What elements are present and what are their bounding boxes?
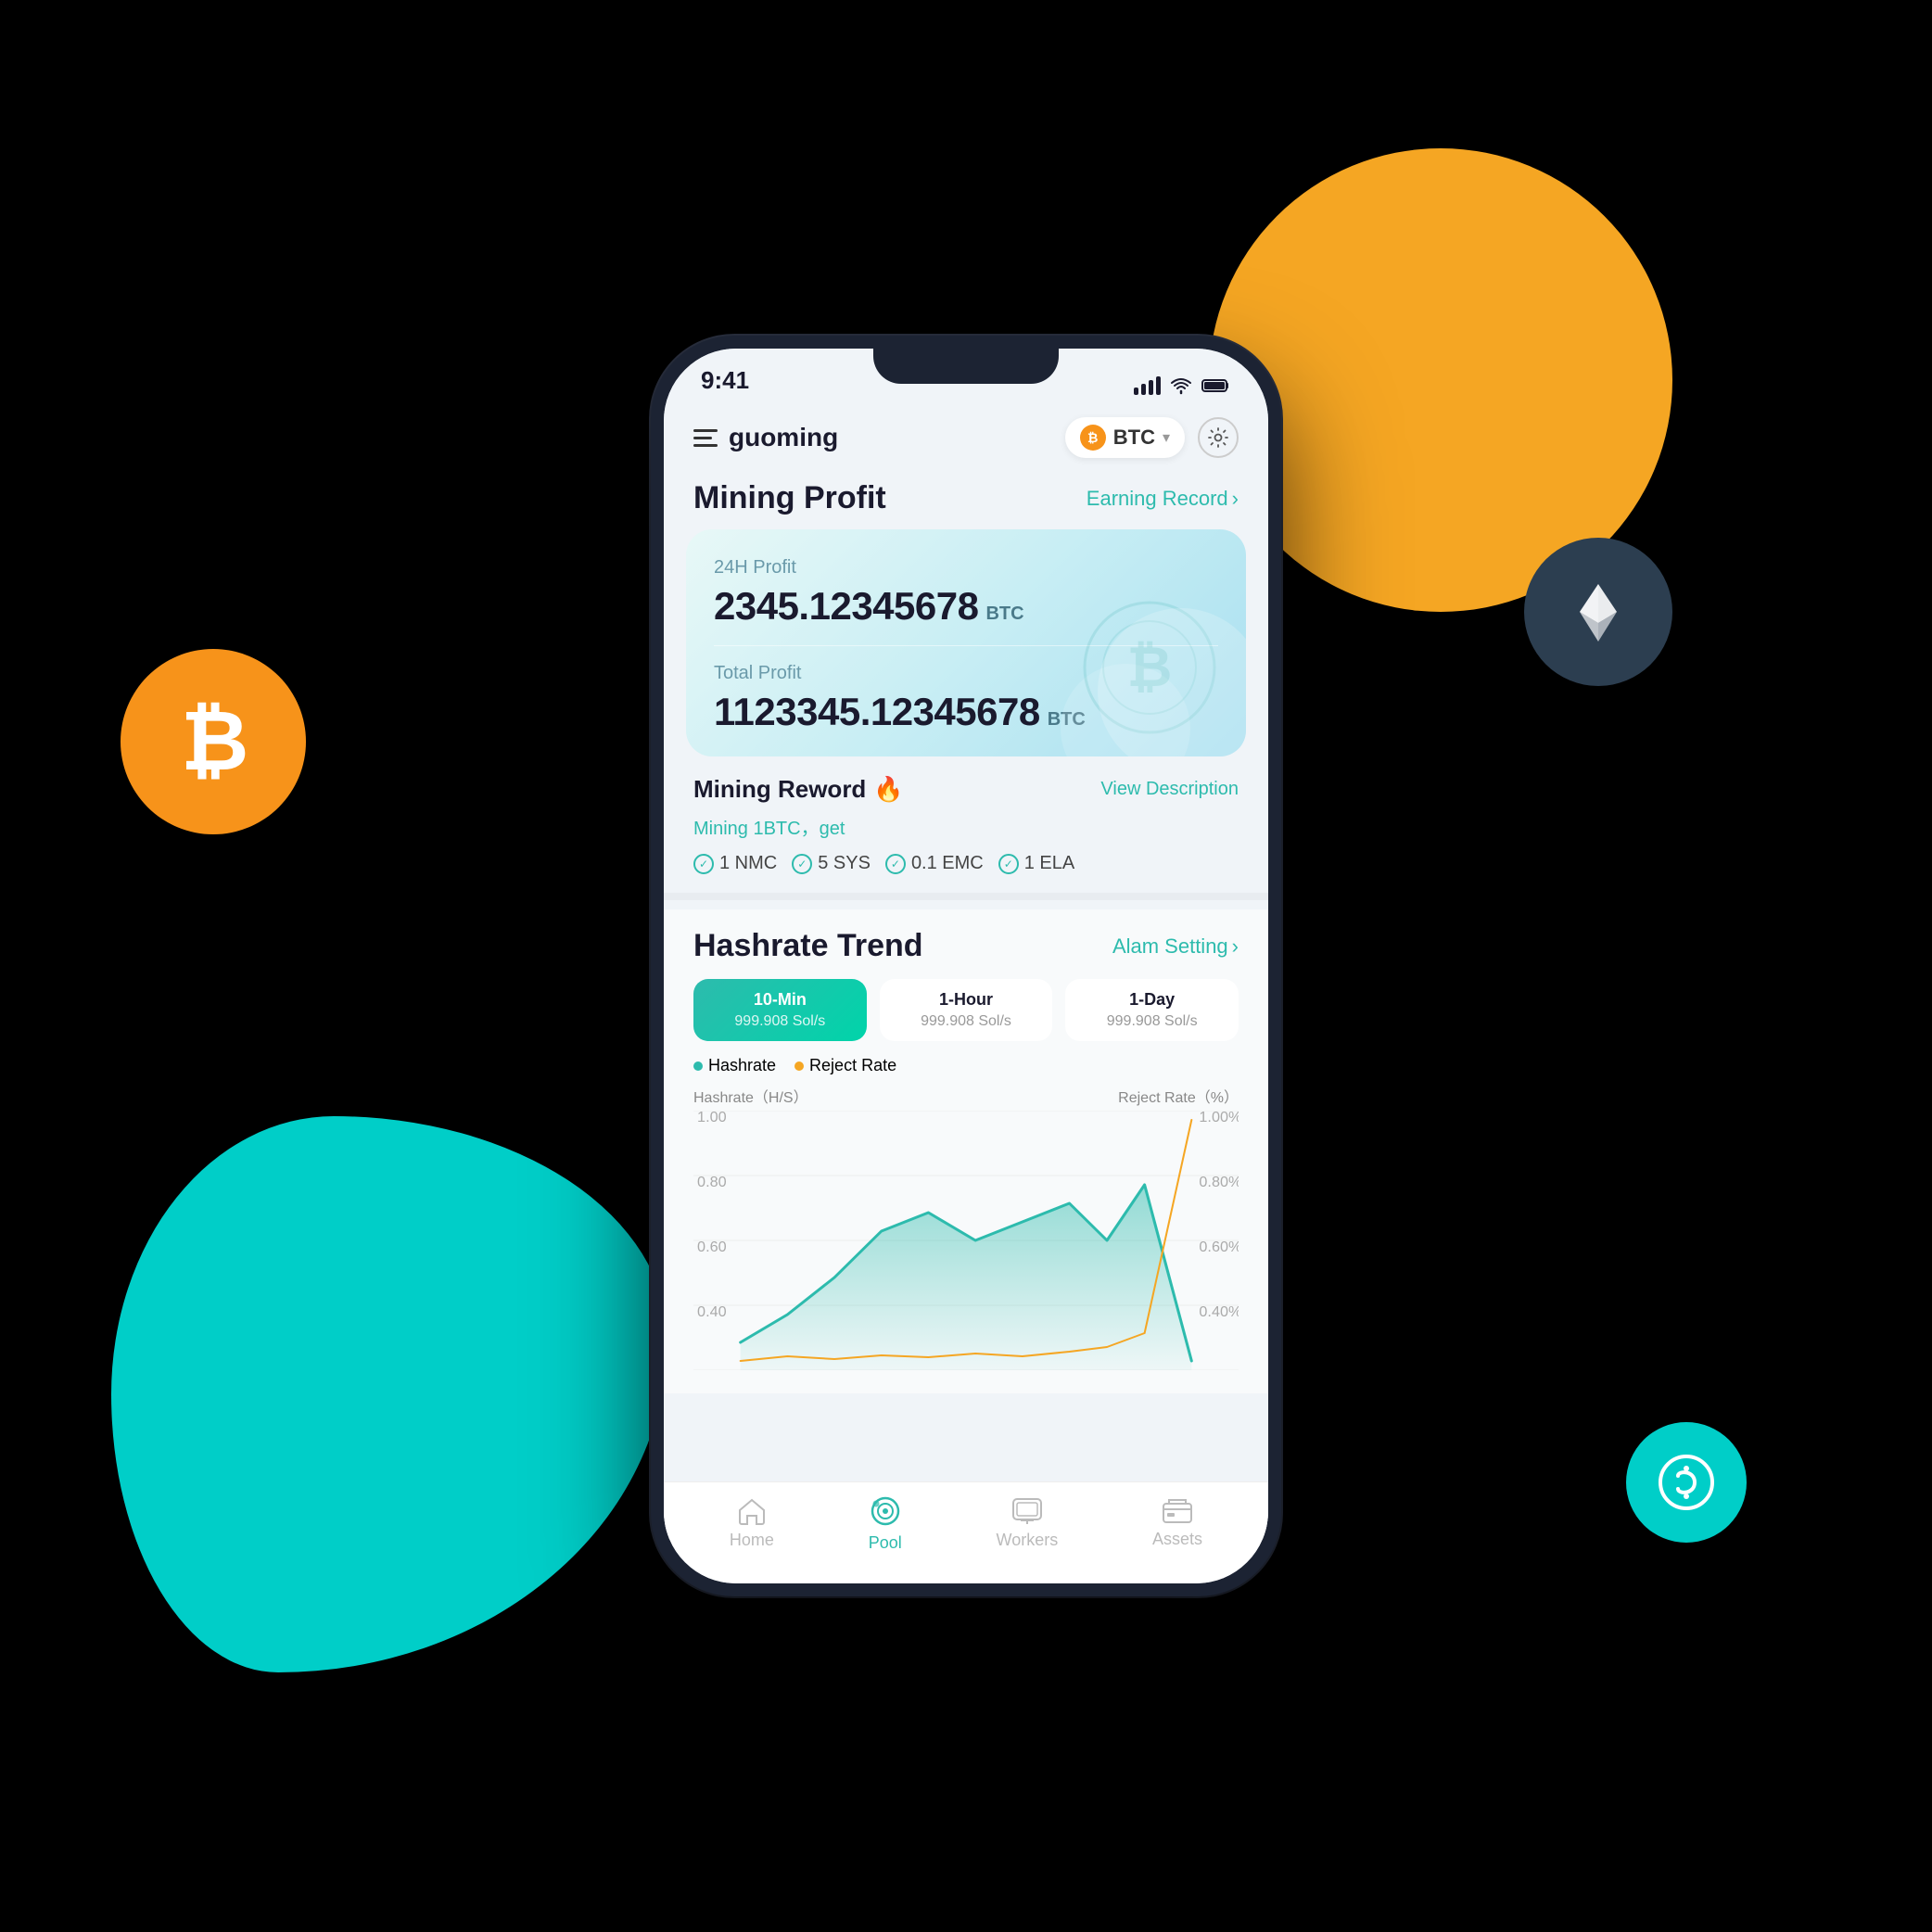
ethereum-coin-decoration bbox=[1524, 538, 1672, 686]
nav-assets[interactable]: Assets bbox=[1152, 1498, 1202, 1549]
chart-container: Hashrate（H/S） Reject Rate（%） 1.00 bbox=[693, 1085, 1239, 1375]
svg-text:0.80: 0.80 bbox=[697, 1174, 727, 1190]
total-profit-label: Total Profit bbox=[714, 663, 1218, 684]
reward-tag-emc: ✓ 0.1 EMC bbox=[885, 853, 984, 874]
reward-tag-nmc: ✓ 1 NMC bbox=[693, 853, 777, 874]
svg-text:1.00: 1.00 bbox=[697, 1111, 727, 1125]
reject-rate-legend: Reject Rate bbox=[794, 1056, 896, 1075]
reject-rate-dot bbox=[794, 1061, 804, 1071]
settings-button[interactable] bbox=[1198, 417, 1239, 458]
bottom-nav: Home Pool bbox=[664, 1481, 1268, 1583]
view-description-link[interactable]: View Description bbox=[1100, 779, 1239, 800]
phone-notch bbox=[873, 349, 1059, 384]
wifi-icon bbox=[1170, 376, 1192, 395]
home-icon bbox=[737, 1497, 767, 1525]
reward-tag-ela: ✓ 1 ELA bbox=[998, 853, 1074, 874]
assets-icon bbox=[1162, 1498, 1193, 1524]
check-icon-nmc: ✓ bbox=[693, 854, 714, 874]
tab-10min[interactable]: 10-Min 999.908 Sol/s bbox=[693, 979, 867, 1041]
profit-card-decoration: ₿ bbox=[1075, 593, 1224, 742]
mining-reward-section: Mining Reword 🔥 View Description Mining … bbox=[664, 756, 1268, 883]
phone-outer: 9:41 bbox=[651, 336, 1281, 1596]
svg-text:₿: ₿ bbox=[181, 695, 248, 788]
time-tabs: 10-Min 999.908 Sol/s 1-Hour 999.908 Sol/… bbox=[693, 979, 1239, 1041]
profit-divider bbox=[714, 645, 1218, 646]
status-time: 9:41 bbox=[701, 366, 749, 395]
chart-legend: Hashrate Reject Rate bbox=[693, 1056, 1239, 1075]
profit-24h-label: 24H Profit bbox=[714, 557, 1218, 578]
teal-blob bbox=[111, 1116, 667, 1672]
chart-labels-top: Hashrate（H/S） Reject Rate（%） bbox=[693, 1085, 1239, 1107]
bitcoin-coin-decoration: ₿ bbox=[121, 649, 306, 834]
hamburger-menu[interactable] bbox=[693, 429, 718, 447]
reward-title: Mining Reword 🔥 bbox=[693, 775, 904, 804]
mining-profit-header: Mining Profit Earning Record › bbox=[664, 471, 1268, 529]
nav-workers-label: Workers bbox=[997, 1531, 1059, 1550]
check-icon-emc: ✓ bbox=[885, 854, 906, 874]
cyan-coin-decoration bbox=[1626, 1422, 1747, 1543]
pool-icon bbox=[869, 1494, 902, 1528]
header-right: ₿ BTC ▾ bbox=[1065, 417, 1239, 458]
btc-selector[interactable]: ₿ BTC ▾ bbox=[1065, 417, 1185, 458]
btc-icon: ₿ bbox=[1080, 425, 1106, 451]
status-icons bbox=[1134, 376, 1231, 395]
svg-text:0.40: 0.40 bbox=[697, 1303, 727, 1320]
hashrate-chart: 1.00 0.80 0.60 0.40 1.00% 0.80% 0.60% 0.… bbox=[693, 1111, 1239, 1370]
chart-left-label: Hashrate（H/S） bbox=[693, 1085, 808, 1107]
phone-screen: 9:41 bbox=[664, 349, 1268, 1583]
reward-tag-sys: ✓ 5 SYS bbox=[792, 853, 871, 874]
tab-1day[interactable]: 1-Day 999.908 Sol/s bbox=[1065, 979, 1239, 1041]
hashrate-area bbox=[741, 1185, 1192, 1370]
hashrate-header: Hashrate Trend Alam Setting › bbox=[693, 928, 1239, 964]
earning-record-link[interactable]: Earning Record › bbox=[1087, 487, 1239, 511]
reward-header: Mining Reword 🔥 View Description bbox=[693, 775, 1239, 804]
alarm-setting-link[interactable]: Alam Setting › bbox=[1112, 934, 1239, 959]
mining-profit-title: Mining Profit bbox=[693, 480, 886, 516]
scroll-content[interactable]: Mining Profit Earning Record › 24H Profi… bbox=[664, 471, 1268, 1539]
nav-home-label: Home bbox=[730, 1531, 774, 1550]
svg-text:0.40%: 0.40% bbox=[1199, 1303, 1239, 1320]
svg-text:0.60%: 0.60% bbox=[1199, 1239, 1239, 1255]
earning-record-label: Earning Record bbox=[1087, 487, 1228, 511]
battery-icon bbox=[1201, 377, 1231, 394]
svg-text:0.60: 0.60 bbox=[697, 1239, 727, 1255]
hashrate-dot bbox=[693, 1061, 703, 1071]
nav-home[interactable]: Home bbox=[730, 1497, 774, 1550]
profit-card: 24H Profit 2345.12345678 BTC Total Profi… bbox=[686, 529, 1246, 756]
svg-text:₿: ₿ bbox=[1127, 636, 1173, 698]
reward-subtitle: Mining 1BTC，get bbox=[693, 813, 1239, 840]
fire-emoji: 🔥 bbox=[873, 775, 903, 804]
nav-assets-label: Assets bbox=[1152, 1530, 1202, 1549]
svg-text:1.00%: 1.00% bbox=[1199, 1111, 1239, 1125]
username-label: guoming bbox=[729, 423, 838, 452]
nav-pool-label: Pool bbox=[869, 1533, 902, 1553]
total-profit-amount: 1123345.12345678 bbox=[714, 690, 1040, 734]
nav-pool[interactable]: Pool bbox=[869, 1494, 902, 1553]
hashrate-title: Hashrate Trend bbox=[693, 928, 923, 964]
chart-right-label: Reject Rate（%） bbox=[1118, 1085, 1239, 1107]
check-icon-sys: ✓ bbox=[792, 854, 812, 874]
app-header: guoming ₿ BTC ▾ bbox=[664, 404, 1268, 471]
section-divider bbox=[664, 893, 1268, 900]
svg-text:0.80%: 0.80% bbox=[1199, 1174, 1239, 1190]
hashrate-legend: Hashrate bbox=[693, 1056, 776, 1075]
tab-1hour[interactable]: 1-Hour 999.908 Sol/s bbox=[880, 979, 1053, 1041]
earning-record-chevron: › bbox=[1232, 487, 1239, 511]
signal-icon bbox=[1134, 376, 1161, 395]
workers-icon bbox=[1011, 1497, 1043, 1525]
header-left: guoming bbox=[693, 423, 838, 452]
nav-workers[interactable]: Workers bbox=[997, 1497, 1059, 1550]
btc-label: BTC bbox=[1113, 426, 1155, 450]
phone-wrapper: 9:41 bbox=[651, 336, 1281, 1596]
reward-tags: ✓ 1 NMC ✓ 5 SYS ✓ 0.1 EMC ✓ bbox=[693, 853, 1239, 874]
chevron-down-icon: ▾ bbox=[1163, 428, 1170, 447]
profit-24h-amount: 2345.12345678 bbox=[714, 584, 978, 629]
hashrate-section: Hashrate Trend Alam Setting › 10-Min 999… bbox=[664, 909, 1268, 1393]
profit-24h-currency: BTC bbox=[985, 604, 1023, 625]
check-icon-ela: ✓ bbox=[998, 854, 1019, 874]
